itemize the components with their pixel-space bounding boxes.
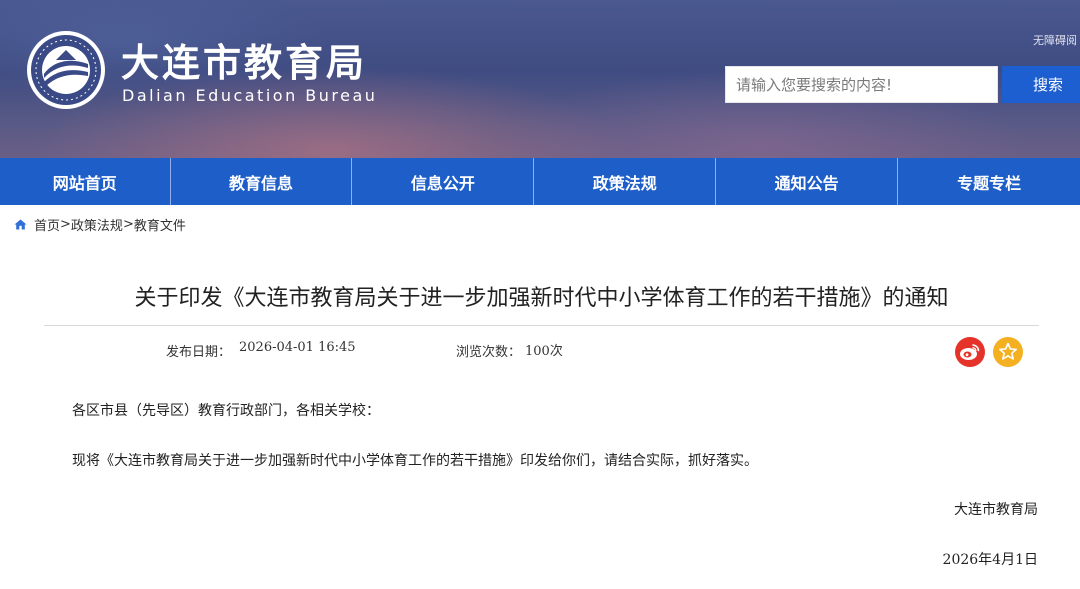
article-signature: 大连市教育局: [954, 502, 1038, 518]
site-title[interactable]: 大连市教育局: [121, 40, 367, 86]
breadcrumb-home[interactable]: 首页: [34, 215, 60, 234]
weibo-share-button[interactable]: [955, 337, 985, 367]
header-banner: 大连市教育局 Dalian Education Bureau 无障碍阅 搜索: [0, 0, 1080, 158]
article-greeting: 各区市县（先导区）教育行政部门，各相关学校：: [72, 403, 380, 419]
search-button[interactable]: 搜索: [1002, 66, 1080, 103]
nav-item-info-disclosure[interactable]: 信息公开: [352, 158, 535, 205]
search-input[interactable]: [725, 66, 998, 103]
article-signature-date: 2026年4月1日: [942, 552, 1038, 568]
view-count: 100次: [525, 344, 563, 359]
weibo-icon: [960, 344, 980, 360]
breadcrumb-education-docs[interactable]: 教育文件: [134, 215, 186, 234]
publish-date-label: 发布日期：: [166, 345, 232, 360]
site-title-en: Dalian Education Bureau: [122, 86, 378, 105]
breadcrumb-separator: >: [122, 216, 134, 232]
nav-item-notices[interactable]: 通知公告: [716, 158, 899, 205]
breadcrumb: 首页 > 政策法规 > 教育文件: [14, 215, 186, 234]
publish-date: 2026-04-01 16:45: [239, 340, 356, 355]
title-divider: [44, 325, 1039, 326]
main-nav: 网站首页 教育信息 信息公开 政策法规 通知公告 专题专栏: [0, 158, 1080, 205]
article-title: 关于印发《大连市教育局关于进一步加强新时代中小学体育工作的若干措施》的通知: [134, 286, 949, 311]
view-count-label: 浏览次数：: [456, 345, 522, 360]
nav-item-special-topics[interactable]: 专题专栏: [898, 158, 1080, 205]
nav-item-education-info[interactable]: 教育信息: [171, 158, 353, 205]
home-icon[interactable]: [14, 219, 27, 230]
accessibility-link[interactable]: 无障碍阅: [1033, 32, 1077, 48]
bureau-emblem-icon[interactable]: [26, 30, 106, 110]
star-icon: [999, 342, 1017, 360]
breadcrumb-separator: >: [60, 216, 71, 232]
nav-item-policies[interactable]: 政策法规: [534, 158, 717, 205]
favorite-button[interactable]: [993, 337, 1023, 367]
article-paragraph: 现将《大连市教育局关于进一步加强新时代中小学体育工作的若干措施》印发给你们，请结…: [72, 453, 758, 469]
breadcrumb-policies[interactable]: 政策法规: [71, 215, 123, 234]
nav-item-home[interactable]: 网站首页: [0, 158, 171, 205]
